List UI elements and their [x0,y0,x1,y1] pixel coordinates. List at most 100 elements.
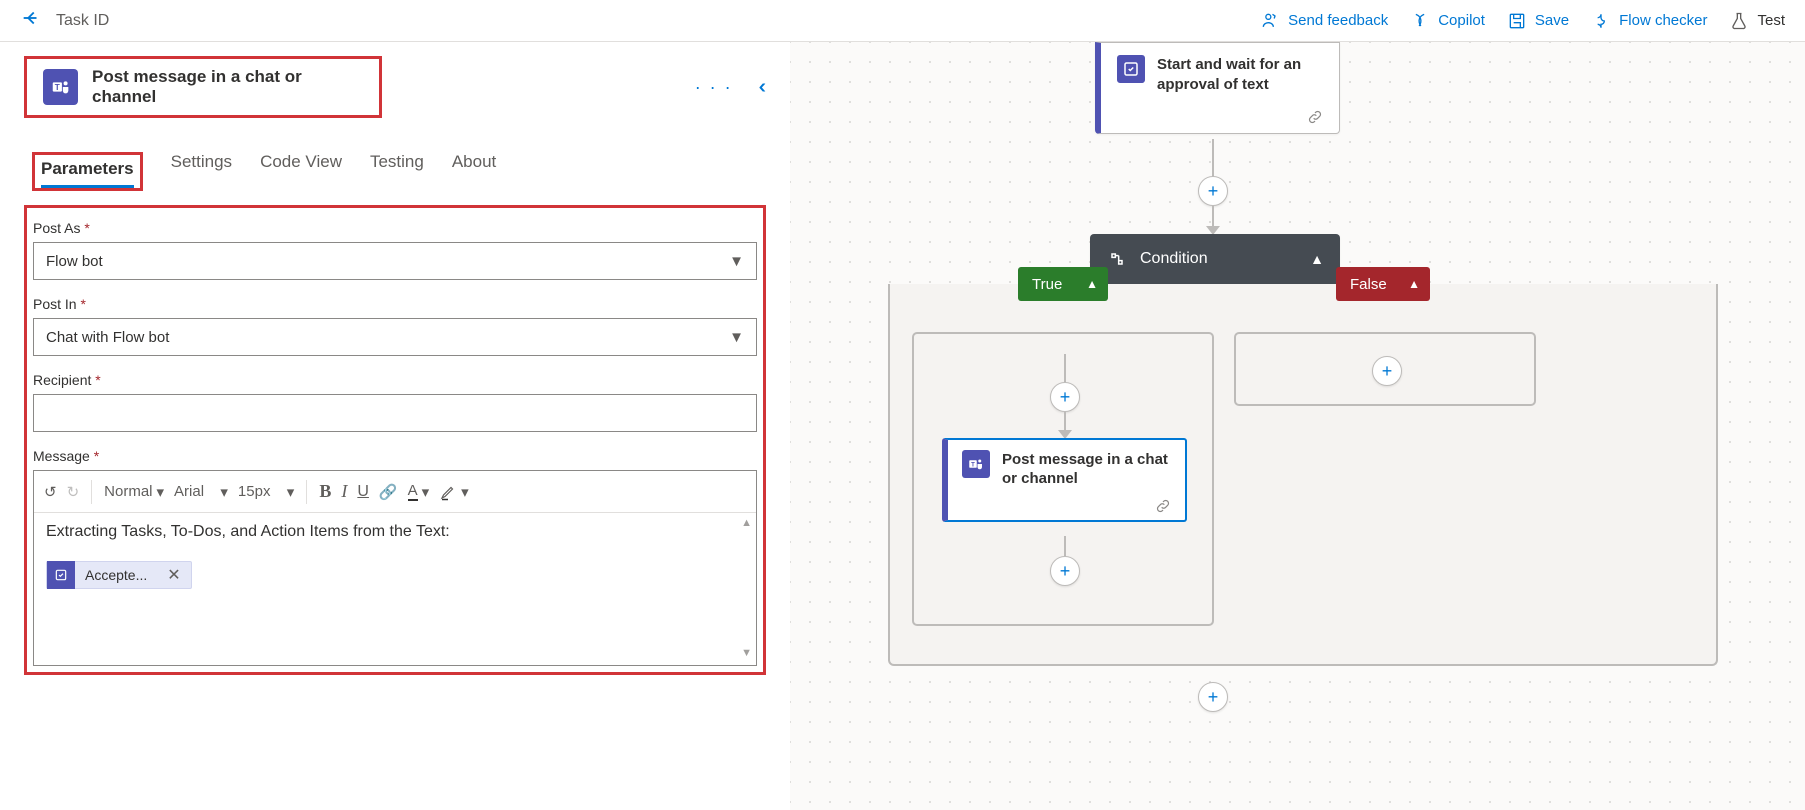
paragraph-style-select[interactable]: Normal ▾ [104,483,164,501]
copilot-button[interactable]: Copilot [1410,11,1485,31]
post-in-label: Post In * [33,296,757,312]
add-step-button[interactable]: + [1198,176,1228,206]
false-branch-box: + [1234,332,1536,406]
condition-card[interactable]: Condition ▲ [1090,234,1340,284]
tab-testing[interactable]: Testing [370,152,424,191]
post-as-select[interactable]: Flow bot ▼ [33,242,757,280]
topbar-right: Send feedback Copilot Save Flow checker … [1260,11,1785,31]
font-family-select[interactable]: Arial ▾ [174,483,228,501]
action-header-row: T Post message in a chat or channel · · … [24,56,766,118]
token-remove-icon[interactable]: ✕ [157,565,190,585]
font-color-icon[interactable]: A ▾ [408,482,430,501]
connection-link-icon [1117,109,1323,123]
copilot-label: Copilot [1438,12,1485,29]
flow-canvas-pane: Start and wait for an approval of text +… [790,42,1805,810]
tab-code-view[interactable]: Code View [260,152,342,191]
message-editor[interactable]: ↺ ↻ Normal ▾ Arial ▾ 15px ▾ B I U 🔗 A ▾ … [33,470,757,666]
svg-text:T: T [54,83,59,92]
chevron-down-icon: ▼ [729,253,744,270]
chevron-up-icon: ▲ [1086,277,1098,291]
back-arrow-icon[interactable] [20,7,42,34]
recipient-input[interactable] [33,394,757,432]
add-step-button[interactable]: + [1198,682,1228,712]
post-in-select[interactable]: Chat with Flow bot ▼ [33,318,757,356]
send-feedback-label: Send feedback [1288,12,1388,29]
breadcrumb[interactable]: Task ID [56,12,109,30]
approval-action-card[interactable]: Start and wait for an approval of text [1095,42,1340,134]
flow-checker-button[interactable]: Flow checker [1591,11,1707,31]
send-feedback-button[interactable]: Send feedback [1260,11,1388,31]
bold-icon[interactable]: B [319,481,331,502]
action-header: T Post message in a chat or channel [24,56,382,118]
action-title: Post message in a chat or channel [92,67,363,107]
save-label: Save [1535,12,1569,29]
tab-parameters-highlight: Parameters [32,152,143,191]
underline-icon[interactable]: U [357,483,369,501]
true-branch-header[interactable]: True ▲ [1018,267,1108,301]
recipient-label: Recipient * [33,372,757,388]
topbar-left: Task ID [20,7,109,34]
teams-icon: T [962,450,990,478]
true-branch-box: + T Post message in a chat or channel [912,332,1214,626]
add-step-button[interactable]: + [1050,382,1080,412]
save-button[interactable]: Save [1507,11,1569,31]
top-command-bar: Task ID Send feedback Copilot Save Flow … [0,0,1805,42]
dynamic-content-token[interactable]: Accepte... ✕ [46,561,192,589]
message-content-area[interactable]: Extracting Tasks, To-Dos, and Action Ite… [34,513,756,599]
approval-token-icon [47,561,75,589]
test-label: Test [1757,12,1785,29]
flow-checker-label: Flow checker [1619,12,1707,29]
connection-link-icon [962,498,1171,512]
more-options-icon[interactable]: · · · [695,77,733,98]
chevron-down-icon: ▼ [729,329,744,346]
chevron-down-icon: ▾ [287,483,295,501]
true-label: True [1032,276,1062,293]
tab-about[interactable]: About [452,152,496,191]
add-step-button[interactable]: + [1372,356,1402,386]
scroll-up-icon[interactable]: ▲ [741,517,752,529]
chevron-down-icon: ▾ [422,483,430,501]
flow-connector [1212,139,1214,177]
action-config-pane: T Post message in a chat or channel · · … [0,42,790,810]
chevron-down-icon: ▾ [220,483,228,501]
collapse-panel-icon[interactable]: ‹‹ [759,76,760,99]
message-label: Message * [33,448,757,464]
condition-title: Condition [1140,250,1298,268]
main-area: T Post message in a chat or channel · · … [0,42,1805,810]
chevron-down-icon: ▾ [157,483,165,501]
token-label: Accepte... [75,567,157,583]
flow-connector [1064,412,1066,432]
chevron-down-icon: ▾ [461,483,469,501]
action-tabs: Parameters Settings Code View Testing Ab… [24,152,766,191]
link-icon[interactable]: 🔗 [379,483,398,501]
font-size-select[interactable]: 15px ▾ [238,483,294,501]
false-branch-header[interactable]: False ▲ [1336,267,1430,301]
approval-card-title: Start and wait for an approval of text [1157,55,1323,95]
teams-icon: T [43,69,78,105]
tab-settings[interactable]: Settings [171,152,232,191]
post-as-label: Post As * [33,220,757,236]
undo-icon[interactable]: ↺ [44,483,57,501]
teams-card-title: Post message in a chat or channel [1002,450,1171,488]
post-as-value: Flow bot [46,253,103,270]
parameters-form: Post As * Flow bot ▼ Post In * Chat with… [24,205,766,675]
tab-parameters[interactable]: Parameters [41,159,134,188]
message-text-line: Extracting Tasks, To-Dos, and Action Ite… [46,523,744,541]
highlight-color-icon[interactable]: ▾ [439,483,469,501]
approval-icon [1117,55,1145,83]
flow-canvas[interactable]: Start and wait for an approval of text +… [790,42,1805,810]
flow-connector [1064,354,1066,382]
italic-icon[interactable]: I [341,481,347,502]
false-label: False [1350,276,1387,293]
teams-post-action-card[interactable]: T Post message in a chat or channel [942,438,1187,522]
post-in-value: Chat with Flow bot [46,329,169,346]
flow-connector [1212,206,1214,228]
chevron-up-icon[interactable]: ▲ [1310,251,1324,267]
test-button[interactable]: Test [1729,11,1785,31]
flow-connector [1064,536,1066,556]
condition-branch-container: True ▲ False ▲ + T [888,284,1718,666]
rich-text-toolbar: ↺ ↻ Normal ▾ Arial ▾ 15px ▾ B I U 🔗 A ▾ … [34,471,756,513]
scroll-down-icon[interactable]: ▼ [741,647,752,659]
add-step-button[interactable]: + [1050,556,1080,586]
redo-icon[interactable]: ↻ [67,483,80,501]
